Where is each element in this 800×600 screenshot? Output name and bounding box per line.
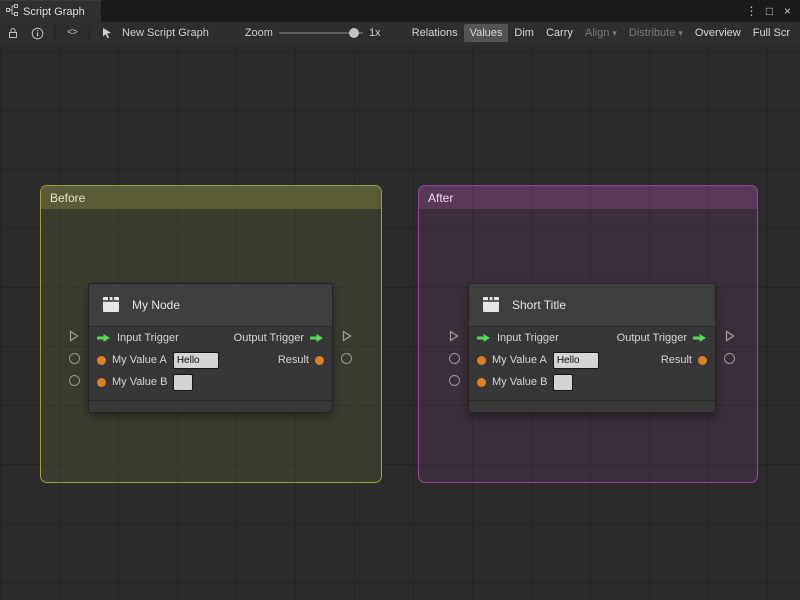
node-title: My Node <box>132 298 181 312</box>
zoom-slider[interactable] <box>278 27 363 39</box>
relations-button[interactable]: Relations <box>406 24 464 42</box>
group-label: After <box>428 190 454 205</box>
distribute-button[interactable]: Distribute ▾ <box>623 24 689 42</box>
port-row-value-a: My Value A Result <box>469 349 715 371</box>
value-port-icon[interactable] <box>97 377 106 387</box>
graph-title-label: New Script Graph <box>122 27 209 39</box>
output-trigger-port[interactable] <box>342 330 352 342</box>
align-button[interactable]: Align ▾ <box>579 24 623 42</box>
port-label-input-trigger: Input Trigger <box>497 332 559 344</box>
value-b-port[interactable] <box>449 375 460 386</box>
node-short-title[interactable]: Short Title Input Trigger Output Trigger <box>449 283 735 413</box>
value-port-icon[interactable] <box>477 377 486 387</box>
unit-icon <box>99 294 123 316</box>
node-title: Short Title <box>512 298 567 312</box>
tab-script-graph[interactable]: Script Graph <box>0 0 101 22</box>
node-my-node[interactable]: My Node Input Trigger Output Trigger My … <box>69 283 352 413</box>
port-label-value-a: My Value A <box>112 354 167 366</box>
port-row-value-a: My Value A Result <box>89 349 332 371</box>
value-b-input[interactable] <box>553 373 574 391</box>
graph-icon <box>6 4 18 19</box>
input-trigger-port[interactable] <box>449 330 459 342</box>
zoom-label: Zoom <box>244 27 273 39</box>
tab-label: Script Graph <box>23 5 85 18</box>
value-port-icon[interactable] <box>477 355 486 365</box>
flow-out-icon[interactable] <box>310 333 324 343</box>
distribute-label: Distribute <box>628 27 676 39</box>
port-label-value-b: My Value B <box>492 376 548 388</box>
node-body[interactable]: Short Title Input Trigger Output Trigger <box>468 283 716 413</box>
node-footer <box>89 400 332 412</box>
port-label-result: Result <box>277 354 309 366</box>
chevron-down-icon: ▾ <box>678 27 683 38</box>
fullscreen-button[interactable]: Full Scr <box>747 24 796 42</box>
graph-toolbar: <> New Script Graph Zoom 1x Relations Va… <box>0 22 800 45</box>
graph-canvas[interactable]: Before After My Node Input Trigger Outpu… <box>0 44 800 600</box>
code-icon[interactable]: <> <box>63 24 81 42</box>
window-close-icon[interactable]: × <box>780 0 795 22</box>
value-b-input[interactable] <box>173 373 194 391</box>
value-a-input[interactable] <box>172 351 219 369</box>
port-label-value-b: My Value B <box>112 376 168 388</box>
port-label-input-trigger: Input Trigger <box>117 332 179 344</box>
carry-button[interactable]: Carry <box>540 24 579 42</box>
chevron-down-icon: ▾ <box>612 27 617 38</box>
window-menu-icon[interactable]: ⋮ <box>744 0 759 22</box>
value-port-icon[interactable] <box>97 355 106 365</box>
value-b-port[interactable] <box>69 375 80 386</box>
port-label-result: Result <box>660 354 692 366</box>
input-trigger-port[interactable] <box>69 330 79 342</box>
value-a-input[interactable] <box>552 351 599 369</box>
zoom-value: 1x <box>368 27 381 39</box>
port-label-value-a: My Value A <box>492 354 547 366</box>
port-row-triggers: Input Trigger Output Trigger <box>469 327 715 349</box>
pointer-icon <box>98 24 116 42</box>
port-label-output-trigger: Output Trigger <box>233 332 304 344</box>
node-header[interactable]: My Node <box>89 284 332 327</box>
dim-button[interactable]: Dim <box>508 24 540 42</box>
overview-button[interactable]: Overview <box>689 24 747 42</box>
value-port-icon[interactable] <box>698 355 707 365</box>
info-icon[interactable] <box>28 24 46 42</box>
zoom-slider-handle[interactable] <box>348 28 359 38</box>
port-label-output-trigger: Output Trigger <box>616 332 687 344</box>
values-button[interactable]: Values <box>463 24 509 42</box>
port-row-triggers: Input Trigger Output Trigger <box>89 327 332 349</box>
node-header[interactable]: Short Title <box>469 284 715 327</box>
group-after-header[interactable]: After <box>419 186 757 209</box>
window-controls: ⋮ □ × <box>744 0 800 22</box>
lock-icon[interactable] <box>4 24 22 42</box>
output-trigger-port[interactable] <box>725 330 735 342</box>
group-before-header[interactable]: Before <box>41 186 381 209</box>
result-port[interactable] <box>341 353 352 364</box>
group-label: Before <box>50 190 86 205</box>
tab-bar: Script Graph ⋮ □ × <box>0 0 800 22</box>
value-a-port[interactable] <box>69 353 80 364</box>
unit-icon <box>479 294 503 316</box>
script-graph-window: Script Graph ⋮ □ × <> New Script Graph Z… <box>0 0 800 600</box>
node-body[interactable]: My Node Input Trigger Output Trigger My … <box>88 283 333 413</box>
node-footer <box>469 400 715 412</box>
flow-out-icon[interactable] <box>693 333 707 343</box>
value-port-icon[interactable] <box>315 355 324 365</box>
value-a-port[interactable] <box>449 353 460 364</box>
port-row-value-b: My Value B <box>469 371 715 393</box>
toolbar-divider <box>54 26 55 40</box>
port-row-value-b: My Value B <box>89 371 332 393</box>
flow-in-icon[interactable] <box>97 333 111 343</box>
window-maximize-icon[interactable]: □ <box>762 0 777 22</box>
flow-in-icon[interactable] <box>477 333 491 343</box>
toolbar-buttons: Relations Values Dim Carry Align ▾ Distr… <box>406 22 796 44</box>
result-port[interactable] <box>724 353 735 364</box>
toolbar-divider <box>89 26 90 40</box>
align-label: Align <box>584 27 610 39</box>
